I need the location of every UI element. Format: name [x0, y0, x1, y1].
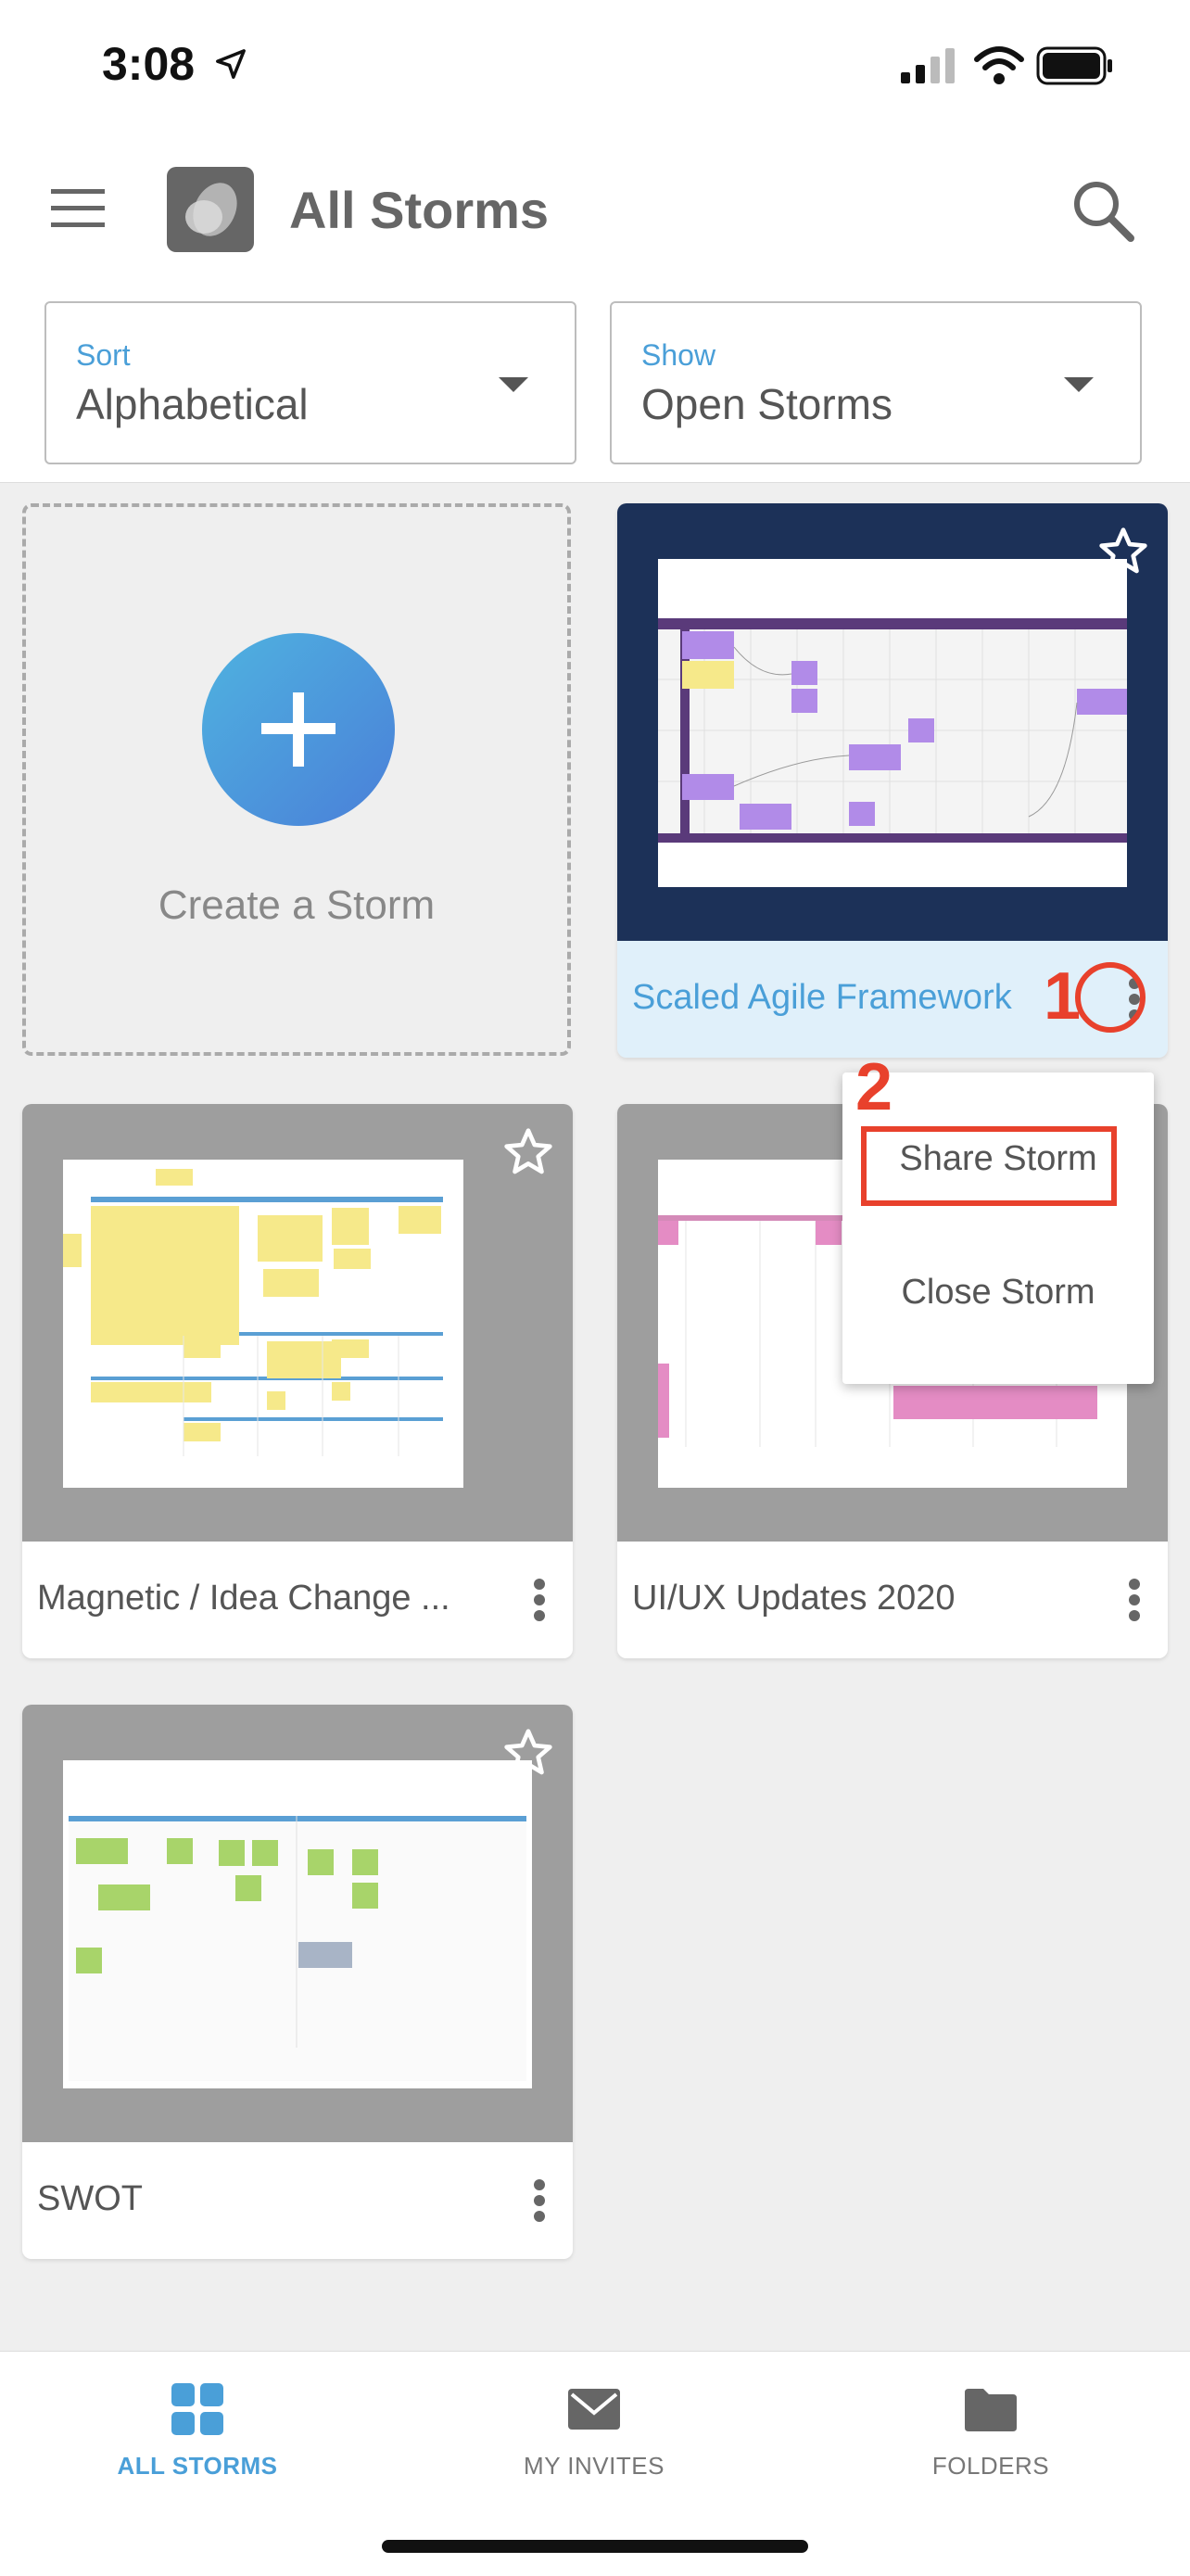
more-options-icon[interactable]: [1127, 1577, 1142, 1623]
battery-icon: [1036, 46, 1112, 85]
tab-label: ALL STORMS: [117, 2452, 278, 2480]
caret-down-icon: [1064, 377, 1094, 392]
location-arrow-icon: [216, 49, 246, 79]
storm-title[interactable]: SWOT: [37, 2179, 143, 2219]
show-value: Open Storms: [641, 380, 892, 428]
storm-title[interactable]: Scaled Agile Framework: [632, 978, 1012, 1018]
app-header: All Storms Sort Alphabetical Show Open S…: [0, 139, 1190, 483]
tab-all-storms[interactable]: ALL STORMS: [58, 2383, 336, 2481]
storm-thumbnail[interactable]: [22, 1705, 573, 2142]
share-highlight-box: [861, 1126, 1117, 1206]
wifi-icon: [974, 46, 1024, 84]
star-icon[interactable]: [502, 1126, 554, 1178]
tab-label: MY INVITES: [524, 2452, 665, 2480]
folder-icon: [965, 2389, 1017, 2431]
create-storm-label: Create a Storm: [158, 882, 436, 928]
close-storm-menu-item[interactable]: Close Storm: [842, 1273, 1154, 1313]
cellular-signal-icon: [901, 48, 955, 83]
board-preview: [63, 1760, 532, 2088]
caret-down-icon: [499, 377, 528, 392]
more-options-icon[interactable]: [532, 2177, 547, 2224]
board-preview: [63, 1160, 463, 1488]
tab-my-invites[interactable]: MY INVITES: [455, 2383, 733, 2481]
storm-card-footer[interactable]: Magnetic / Idea Change ...: [22, 1542, 573, 1658]
storm-card-footer[interactable]: UI/UX Updates 2020: [617, 1542, 1168, 1658]
sort-value: Alphabetical: [76, 380, 309, 428]
more-options-icon[interactable]: [532, 1577, 547, 1623]
annotation-number-2: 2: [855, 1050, 893, 1124]
search-icon[interactable]: [1070, 178, 1135, 243]
envelope-icon: [568, 2389, 620, 2430]
app-logo: [167, 167, 254, 252]
status-time: 3:08: [102, 38, 196, 90]
storm-title[interactable]: Magnetic / Idea Change ...: [37, 1579, 450, 1618]
star-icon[interactable]: [1097, 526, 1149, 577]
home-indicator[interactable]: [382, 2540, 808, 2553]
storm-title[interactable]: UI/UX Updates 2020: [632, 1579, 956, 1618]
page-title: All Storms: [289, 181, 550, 239]
grid-icon: [171, 2383, 223, 2435]
storm-thumbnail[interactable]: [22, 1104, 573, 1542]
sort-dropdown[interactable]: Sort Alphabetical: [44, 301, 576, 464]
hamburger-menu-icon[interactable]: [51, 187, 105, 230]
annotation-circle: [1075, 962, 1146, 1033]
plus-icon[interactable]: [202, 633, 395, 826]
tab-folders[interactable]: FOLDERS: [852, 2383, 1130, 2481]
show-dropdown[interactable]: Show Open Storms: [610, 301, 1142, 464]
status-bar: 3:08: [0, 0, 1190, 139]
storm-card[interactable]: SWOT: [22, 1705, 573, 2259]
tab-label: FOLDERS: [931, 2452, 1050, 2480]
show-label: Show: [641, 338, 716, 372]
board-preview: [658, 559, 1127, 887]
sort-label: Sort: [76, 338, 131, 372]
create-storm-card[interactable]: Create a Storm: [22, 503, 571, 1056]
storm-thumbnail[interactable]: [617, 503, 1168, 941]
storm-card[interactable]: Magnetic / Idea Change ...: [22, 1104, 573, 1658]
storm-card-footer[interactable]: SWOT: [22, 2142, 573, 2259]
star-icon[interactable]: [502, 1727, 554, 1779]
